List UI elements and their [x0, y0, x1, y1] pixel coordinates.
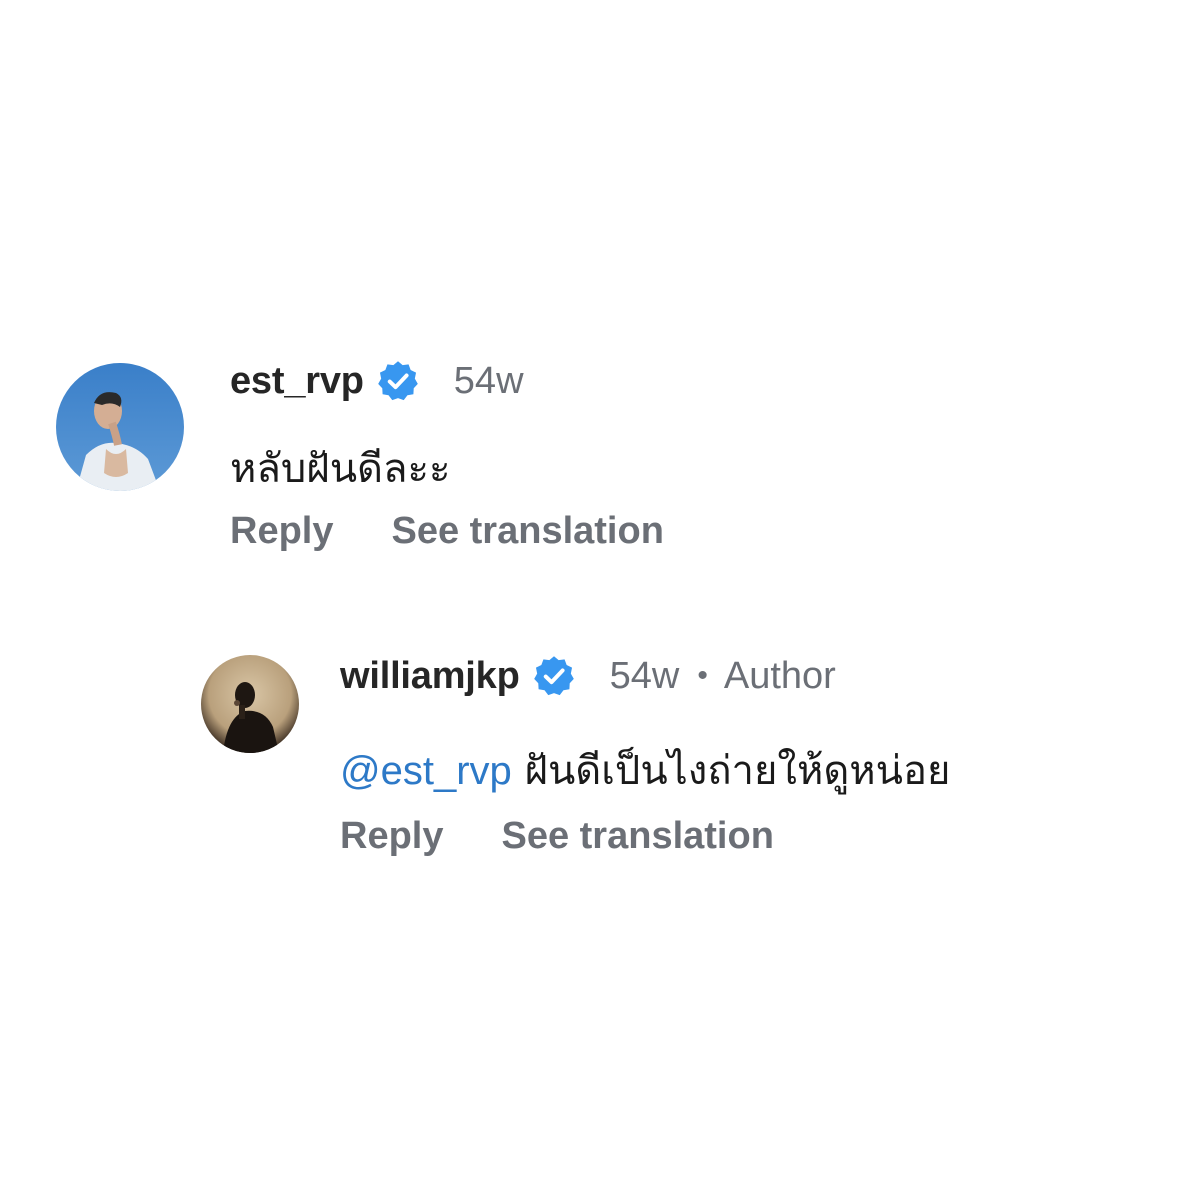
- reply-button[interactable]: Reply: [230, 510, 333, 553]
- comment-header: est_rvp 54w: [230, 355, 524, 407]
- username-link[interactable]: est_rvp: [230, 360, 364, 403]
- see-translation-button[interactable]: See translation: [391, 510, 663, 553]
- comment-actions: Reply See translation: [340, 815, 774, 858]
- avatar[interactable]: [201, 655, 299, 753]
- timestamp: 54w: [453, 359, 524, 402]
- profile-photo-icon: [56, 363, 184, 491]
- author-label: Author: [723, 654, 836, 697]
- see-translation-button[interactable]: See translation: [501, 815, 773, 858]
- verified-badge-icon: [376, 359, 420, 403]
- reply-button[interactable]: Reply: [340, 815, 443, 858]
- avatar[interactable]: [56, 363, 184, 491]
- comment-text-content: ฝันดีเป็นไงถ่ายให้ดูหน่อย: [524, 748, 951, 794]
- comment-text: หลับฝันดีละะ: [230, 436, 451, 500]
- timestamp: 54w: [609, 654, 680, 697]
- username-link[interactable]: williamjkp: [340, 655, 520, 698]
- separator-dot: •: [697, 659, 708, 692]
- verified-badge-icon: [532, 654, 576, 698]
- comment-text: @est_rvp ฝันดีเป็นไงถ่ายให้ดูหน่อย: [340, 738, 950, 802]
- comment-actions: Reply See translation: [230, 510, 664, 553]
- comment-header: williamjkp 54w • Author: [340, 650, 836, 702]
- mention-link[interactable]: @est_rvp: [340, 749, 512, 793]
- profile-photo-icon: [201, 655, 299, 753]
- comment-text-content: หลับฝันดีละะ: [230, 446, 451, 492]
